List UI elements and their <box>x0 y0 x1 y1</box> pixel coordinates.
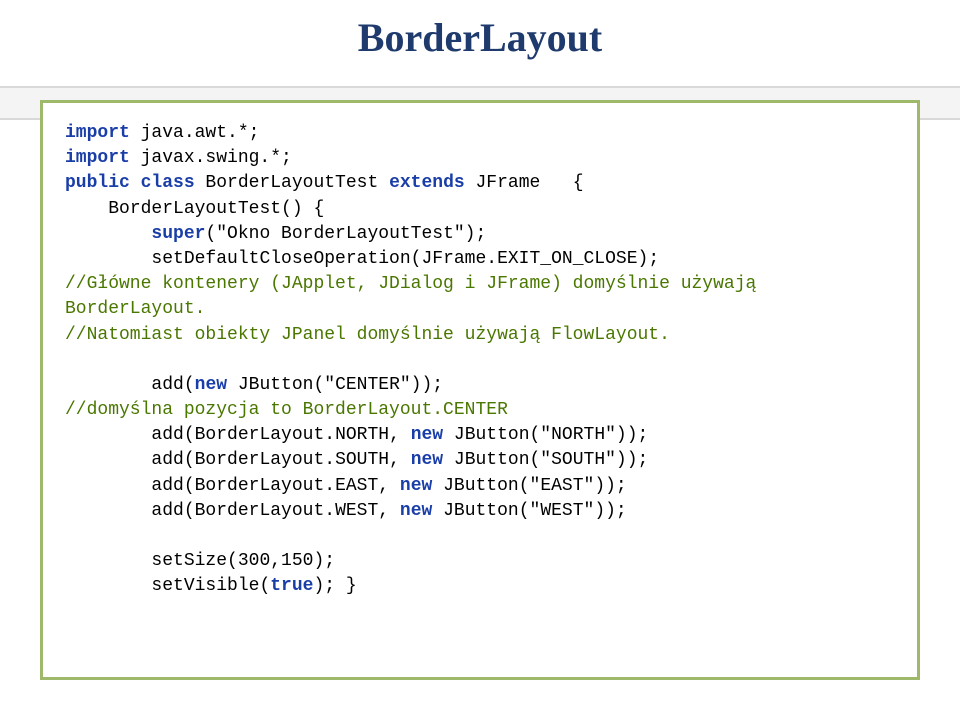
kw-new: new <box>411 450 443 470</box>
kw-public: public <box>65 173 130 193</box>
kw-import: import <box>65 148 130 168</box>
slide-page: BorderLayout import java.awt.*; import j… <box>0 0 960 707</box>
const-south: SOUTH <box>335 450 389 470</box>
add-north-a: add(BorderLayout. <box>65 425 335 445</box>
comment-line: //domyślna pozycja to BorderLayout.CENTE… <box>65 400 508 420</box>
kw-import: import <box>65 123 130 143</box>
comment-line: //Natomiast obiekty JPanel domyślnie uży… <box>65 325 670 345</box>
kw-extends: extends <box>389 173 465 193</box>
setvisible-b: ); } <box>313 576 356 596</box>
exit-on-close: EXIT_ON_CLOSE <box>497 249 637 269</box>
const-north: NORTH <box>335 425 389 445</box>
jbutton-center: JButton("CENTER")); <box>227 375 443 395</box>
add-east-a: add(BorderLayout. <box>65 476 335 496</box>
jbutton-south: JButton("SOUTH")); <box>443 450 648 470</box>
add-south-a: add(BorderLayout. <box>65 450 335 470</box>
code-content: import java.awt.*; import javax.swing.*;… <box>65 121 895 600</box>
jbutton-west: JButton("WEST")); <box>432 501 626 521</box>
kw-new: new <box>195 375 227 395</box>
kw-class: class <box>130 173 195 193</box>
paren: ); <box>638 249 660 269</box>
ctor-decl: BorderLayoutTest() { <box>65 199 324 219</box>
comma: , <box>378 476 400 496</box>
jbutton-east: JButton("EAST")); <box>432 476 626 496</box>
setvisible-a: setVisible( <box>65 576 270 596</box>
const-east: EAST <box>335 476 378 496</box>
add-west-a: add(BorderLayout. <box>65 501 335 521</box>
kw-true: true <box>270 576 313 596</box>
kw-new: new <box>400 476 432 496</box>
pkg-awt: java.awt.*; <box>130 123 260 143</box>
class-name: BorderLayoutTest <box>195 173 389 193</box>
add-call: add( <box>65 375 195 395</box>
comma: , <box>389 425 411 445</box>
comment-line: //Główne kontenery (JApplet, JDialog i J… <box>65 274 767 319</box>
superclass: JFrame { <box>465 173 584 193</box>
setsize: setSize(300,150); <box>65 551 335 571</box>
kw-super: super <box>65 224 205 244</box>
comma: , <box>378 501 400 521</box>
kw-new: new <box>400 501 432 521</box>
super-arg: ("Okno BorderLayoutTest"); <box>205 224 486 244</box>
code-box: import java.awt.*; import javax.swing.*;… <box>40 100 920 680</box>
setdefault: setDefaultCloseOperation(JFrame. <box>65 249 497 269</box>
pkg-swing: javax.swing.*; <box>130 148 292 168</box>
jbutton-north: JButton("NORTH")); <box>443 425 648 445</box>
kw-new: new <box>411 425 443 445</box>
comma: , <box>389 450 411 470</box>
const-west: WEST <box>335 501 378 521</box>
page-title: BorderLayout <box>0 0 960 69</box>
